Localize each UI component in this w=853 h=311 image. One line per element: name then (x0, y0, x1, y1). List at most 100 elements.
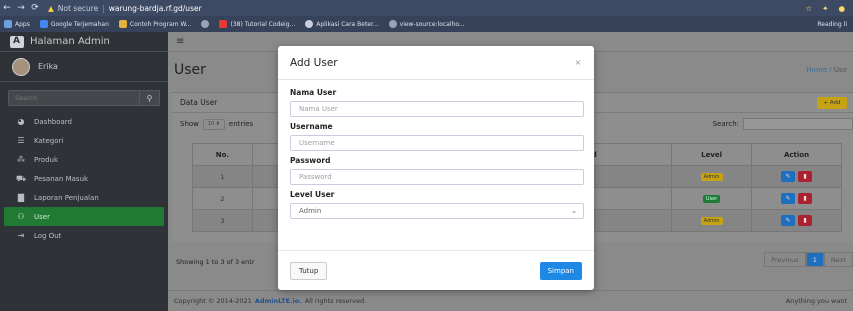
brand[interactable]: Halaman Admin (0, 32, 168, 52)
username-input[interactable]: Username (290, 135, 584, 151)
footer-brand-link[interactable]: AdminLTE.io. (255, 297, 302, 305)
back-icon[interactable]: ← (0, 3, 14, 13)
avatar (12, 57, 30, 76)
cell-password: in (581, 209, 673, 232)
pagination-next[interactable]: Next (823, 252, 853, 267)
column-header-action[interactable]: Action (751, 143, 842, 166)
level-badge: Admin (700, 217, 723, 225)
reload-icon[interactable]: ⟳ (28, 3, 42, 13)
forward-icon[interactable]: → (14, 3, 28, 13)
trash-icon: ▮ (803, 173, 807, 180)
profile-icon[interactable]: ● (838, 4, 845, 13)
delete-button[interactable]: ▮ (798, 193, 813, 204)
bookmark-label: Apps (15, 20, 30, 28)
bookmark-view-source[interactable]: view-source:localho... (388, 20, 465, 28)
tutup-button[interactable]: Tutup (290, 261, 328, 280)
search-icon[interactable]: ⚲ (140, 90, 160, 106)
bookmark-label: Google Terjemahan (50, 20, 109, 28)
cell-no: 2 (192, 187, 253, 210)
column-header-level[interactable]: Level (671, 143, 753, 166)
security-text[interactable]: Not secure (58, 4, 98, 13)
sidebar-search: ⚲ (8, 90, 160, 106)
add-user-button[interactable]: + Add (817, 96, 847, 109)
users-icon: ⚇ (17, 212, 25, 221)
entries-label: entries (228, 120, 254, 128)
sidebar-item-label: Dashboard (34, 117, 72, 126)
book-icon: ▇ (17, 193, 25, 202)
list-icon: ☰ (17, 136, 25, 145)
user-panel[interactable]: Erika (0, 52, 168, 82)
column-header-no[interactable]: No. (192, 143, 253, 166)
sidebar-item-kategori[interactable]: ☰ Kategori (4, 131, 164, 150)
globe-icon (201, 20, 210, 28)
sidebar-item-label: Pesanan Masuk (34, 174, 89, 183)
bookmark-aplikasi[interactable]: Aplikasi Cara Beter... (305, 20, 379, 28)
pagination-previous[interactable]: Previous (764, 252, 806, 267)
column-header-password[interactable]: rd (581, 143, 673, 166)
sidebar-item-dashboard[interactable]: ◕ Dashboard (4, 112, 164, 131)
brand-text: Halaman Admin (30, 36, 110, 47)
modal-title: Add User (290, 56, 338, 69)
toolbar-right: ☆ ✦ ● (805, 4, 853, 13)
sidebar-search-input[interactable] (8, 90, 140, 106)
cell-no: 1 (192, 165, 253, 188)
bookmark-label: Contoh Program W... (129, 20, 192, 28)
level-badge: User (702, 195, 721, 203)
bookmark-tutorial[interactable]: (38) Tutorial Codeig... (219, 20, 295, 28)
modal-footer: Tutup Simpan (278, 250, 594, 290)
close-icon[interactable]: × (568, 58, 588, 67)
nama-user-label: Nama User (290, 88, 337, 97)
reading-list[interactable]: Reading li (814, 21, 853, 28)
column-header-label: Level (701, 150, 723, 159)
bookmark-contoh-program[interactable]: Contoh Program W... (118, 20, 192, 28)
breadcrumb-home[interactable]: Home (806, 66, 827, 74)
sidebar-item-laporan-penjualan[interactable]: ▇ Laporan Penjualan (4, 188, 164, 207)
edit-button[interactable]: ✎ (781, 193, 796, 204)
breadcrumb: Home / Use (806, 66, 847, 74)
star-bookmark-icon (118, 20, 127, 28)
hamburger-icon[interactable]: ≡ (176, 36, 184, 47)
edit-icon: ✎ (785, 173, 791, 180)
sidebar-item-produk[interactable]: ⁂ Produk (4, 150, 164, 169)
sidebar-item-label: Produk (34, 155, 59, 164)
sidebar-item-pesanan-masuk[interactable]: ⛟ Pesanan Masuk (4, 169, 164, 188)
delete-button[interactable]: ▮ (798, 215, 813, 226)
pagination-page-1[interactable]: 1 (805, 252, 824, 267)
rights-text: All rights reserved. (304, 297, 367, 305)
circle-icon (305, 20, 314, 28)
edit-button[interactable]: ✎ (781, 215, 796, 226)
bookmark-google-terjemahan[interactable]: Google Terjemahan (39, 20, 109, 28)
nama-user-input[interactable]: Nama User (290, 101, 584, 117)
entries-select[interactable]: 10 ⬍ (202, 118, 225, 130)
cell-action: ✎ ▮ (751, 187, 842, 210)
sidebar-item-log-out[interactable]: ⇥ Log Out (4, 226, 164, 245)
page-footer: Copyright © 2014-2021 AdminLTE.io. All r… (168, 290, 853, 311)
username-label: Username (290, 122, 333, 131)
extensions-icon[interactable]: ✦ (822, 4, 828, 13)
url-text[interactable]: warung-bardja.rf.gd/user (109, 4, 202, 13)
delete-button[interactable]: ▮ (798, 171, 813, 182)
level-user-select[interactable]: Admin ⌄ (290, 203, 584, 219)
edit-icon: ✎ (785, 217, 791, 224)
bookmark-globe[interactable] (201, 20, 210, 28)
warning-icon[interactable]: ▲ (48, 4, 54, 13)
user-name: Erika (38, 62, 58, 71)
modal-body: Nama User Nama User Username Username Pa… (278, 80, 594, 219)
table-search-input[interactable] (743, 118, 853, 130)
page-title: User (174, 62, 206, 78)
bookmark-apps[interactable]: Apps (4, 20, 30, 28)
bookmark-label: Aplikasi Cara Beter... (316, 20, 379, 28)
sidebar-item-user[interactable]: ⚇ User (4, 207, 164, 226)
column-header-label: No. (215, 150, 230, 159)
simpan-button[interactable]: Simpan (539, 261, 582, 280)
cell-password: r (581, 187, 673, 210)
level-user-label: Level User (290, 190, 335, 199)
translate-icon (39, 20, 48, 28)
dashboard-icon: ◕ (17, 117, 25, 126)
edit-button[interactable]: ✎ (781, 171, 796, 182)
level-user-value: Admin (299, 207, 322, 215)
password-input[interactable]: Password (290, 169, 584, 185)
star-icon[interactable]: ☆ (805, 4, 812, 13)
cell-level: Admin (671, 209, 753, 232)
entries-select-value: 10 (207, 121, 215, 127)
